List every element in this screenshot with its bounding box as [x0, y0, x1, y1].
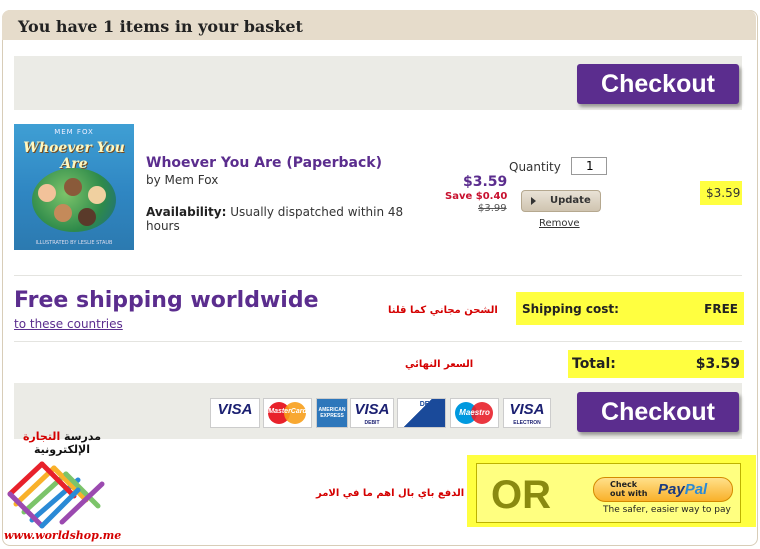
product-availability: Availability: Usually dispatched within …: [146, 205, 404, 233]
mastercard-icon: MasterCard: [263, 398, 312, 428]
product-author: by Mem Fox: [146, 173, 219, 187]
line-total-highlight: $3.59: [700, 181, 742, 205]
basket-header: You have 1 items in your basket: [2, 10, 756, 40]
total-value: $3.59: [695, 356, 740, 372]
shipping-countries-link[interactable]: to these countries: [14, 317, 123, 331]
product-old-price: $3.99: [478, 203, 507, 214]
quantity-input[interactable]: [571, 157, 607, 175]
paypal-arabic-note: الدفع باي بال اهم ما في الامر: [316, 488, 465, 499]
play-arrow-icon: [531, 197, 536, 205]
total-arabic-note: السعر النهائي: [405, 359, 474, 370]
worldshop-logo: مدرسة التجارة الإلكترونية www.worldshop.…: [4, 430, 122, 542]
shipping-arabic-note: الشحن مجاني كما قلنا: [388, 305, 498, 316]
worldshop-url: www.worldshop.me: [4, 529, 122, 542]
checkout-button-bottom[interactable]: Checkout: [577, 392, 739, 432]
total-highlight: Total: $3.59: [568, 350, 744, 378]
paypal-checkout-button[interactable]: Check out with PayPal: [593, 477, 733, 502]
visa-debit-card-icon: VISA DEBIT: [350, 398, 394, 428]
product-cover-image[interactable]: MEM FOX Whoever You Are ILLUSTRATED BY L…: [14, 124, 134, 250]
free-shipping-headline: Free shipping worldwide: [14, 288, 319, 313]
shipping-cost-label: Shipping cost:: [522, 302, 619, 316]
visa-card-icon: VISA: [210, 398, 260, 428]
logo-grid-graphic: [7, 461, 105, 529]
product-saving: Save $0.40: [445, 191, 508, 202]
line-total: $3.59: [706, 186, 741, 200]
update-button[interactable]: Update: [521, 190, 601, 212]
maestro-card-icon: Maestro: [450, 398, 499, 428]
divider: [14, 275, 742, 276]
or-label: OR: [491, 473, 551, 517]
quantity-label: Quantity: [509, 160, 561, 174]
product-title-link[interactable]: Whoever You Are (Paperback): [146, 155, 382, 171]
visa-electron-card-icon: VISA ELECTRON: [503, 398, 551, 428]
basket-title: You have 1 items in your basket: [18, 17, 303, 36]
product-price: $3.59: [463, 174, 508, 190]
remove-link[interactable]: Remove: [539, 218, 580, 229]
paypal-tagline: The safer, easier way to pay: [603, 505, 731, 515]
checkout-button-top[interactable]: Checkout: [577, 64, 739, 104]
divider: [14, 341, 742, 342]
delta-card-icon: DELTA: [397, 398, 446, 428]
total-label: Total:: [572, 356, 616, 372]
amex-card-icon: AMERICAN EXPRESS: [316, 398, 348, 428]
shipping-cost-highlight: Shipping cost: FREE: [516, 292, 744, 325]
shipping-cost-value: FREE: [704, 302, 738, 316]
